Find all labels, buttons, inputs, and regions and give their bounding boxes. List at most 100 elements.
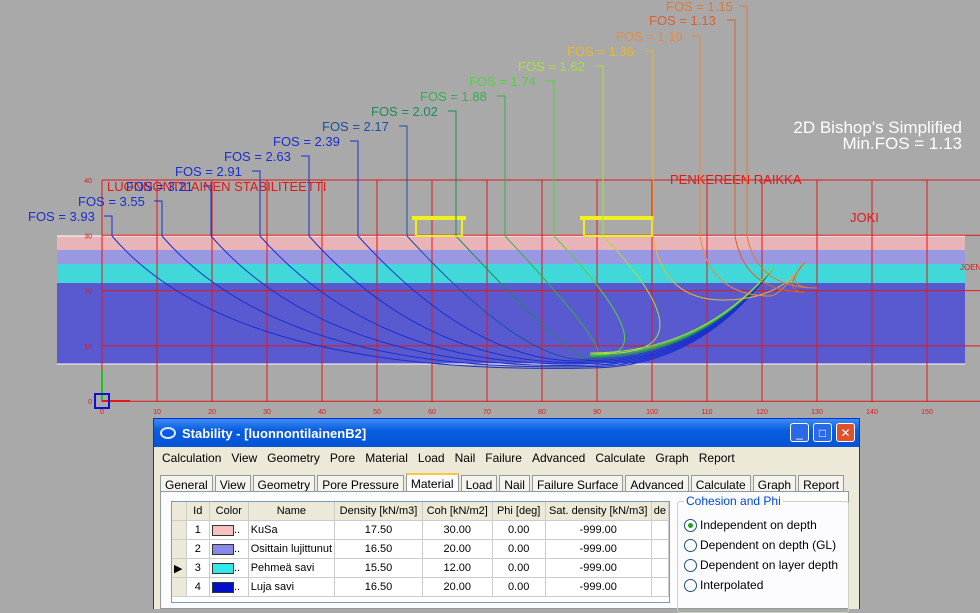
menu-calculation[interactable]: Calculation xyxy=(157,451,226,465)
minimize-button[interactable]: _ xyxy=(790,423,809,442)
cell-coh[interactable]: 12.00 xyxy=(422,558,493,578)
cell-de[interactable] xyxy=(651,558,670,578)
buildings xyxy=(412,216,654,237)
cell-de[interactable] xyxy=(651,520,670,540)
fos-leader-line xyxy=(399,125,408,236)
fos-leader-line xyxy=(154,200,163,236)
title-bar[interactable]: Stability - [luonnontilainenB2] xyxy=(154,419,859,447)
fos-leader-line xyxy=(350,140,359,236)
menu-material[interactable]: Material xyxy=(360,451,413,465)
x-tick-label: 100 xyxy=(646,409,658,416)
fos-label: FOS = 1.74 xyxy=(469,74,536,89)
row-selector[interactable] xyxy=(172,577,187,597)
river-label: JOKI xyxy=(850,210,879,225)
x-tick-label: 140 xyxy=(866,409,878,416)
color-swatch[interactable] xyxy=(211,543,234,555)
fos-leader-line xyxy=(104,215,113,236)
color-swatch[interactable] xyxy=(211,581,234,593)
cell-name[interactable]: Luja savi xyxy=(248,577,336,597)
cell-phi[interactable]: 0.00 xyxy=(492,539,546,559)
cell-phi[interactable]: 0.00 xyxy=(492,558,546,578)
stability-dialog: Stability - [luonnontilainenB2] _ □ ✕ Ca… xyxy=(153,418,860,613)
table-row[interactable]: 4 .. Luja savi 16.50 20.00 0.00 -999.00 xyxy=(172,577,670,597)
close-button[interactable]: ✕ xyxy=(836,423,855,442)
cell-sat-density[interactable]: -999.00 xyxy=(545,520,652,540)
menu-view[interactable]: View xyxy=(226,451,262,465)
menu-failure[interactable]: Failure xyxy=(480,451,527,465)
cell-name[interactable]: Osittain lujittunut xyxy=(248,539,336,559)
cell-sat-density[interactable]: -999.00 xyxy=(545,558,652,578)
fos-leader-line xyxy=(727,19,736,236)
row-selector[interactable]: ▶ xyxy=(172,558,187,578)
x-tick-label: 80 xyxy=(538,409,546,416)
cell-sat-density[interactable]: -999.00 xyxy=(545,539,652,559)
row-selector[interactable] xyxy=(172,520,187,540)
menu-advanced[interactable]: Advanced xyxy=(527,451,590,465)
menu-graph[interactable]: Graph xyxy=(650,451,693,465)
column-header[interactable]: Phi [deg] xyxy=(492,502,546,521)
table-row[interactable]: ▶ 3 .. Pehmeä savi 15.50 12.00 0.00 -999… xyxy=(172,558,670,578)
cell-color[interactable]: .. xyxy=(209,577,249,597)
column-header[interactable]: Coh [kN/m2] xyxy=(422,502,493,521)
radio-option[interactable]: Interpolated xyxy=(684,578,763,592)
radio-icon[interactable] xyxy=(684,538,697,552)
cell-de[interactable] xyxy=(651,577,670,597)
cell-color[interactable]: .. xyxy=(209,558,249,578)
cell-name[interactable]: KuSa xyxy=(248,520,336,540)
column-header[interactable]: de xyxy=(651,502,670,521)
radio-icon[interactable] xyxy=(684,518,697,532)
cell-density[interactable]: 16.50 xyxy=(334,577,423,597)
cell-sat-density[interactable]: -999.00 xyxy=(545,577,652,597)
menu-pore[interactable]: Pore xyxy=(325,451,360,465)
cell-name[interactable]: Pehmeä savi xyxy=(248,558,336,578)
cell-color[interactable]: .. xyxy=(209,539,249,559)
fos-label: FOS = 3.55 xyxy=(78,194,145,209)
soil-layer xyxy=(57,250,965,264)
fos-label: FOS = 3.21 xyxy=(126,179,193,194)
menu-load[interactable]: Load xyxy=(413,451,450,465)
cell-coh[interactable]: 30.00 xyxy=(422,520,493,540)
cell-phi[interactable]: 0.00 xyxy=(492,577,546,597)
menu-calculate[interactable]: Calculate xyxy=(590,451,650,465)
radio-label: Independent on depth xyxy=(700,518,817,532)
x-tick-label: 50 xyxy=(373,409,381,416)
column-header[interactable]: Id xyxy=(186,502,210,521)
radio-option[interactable]: Dependent on depth (GL) xyxy=(684,538,836,552)
color-swatch[interactable] xyxy=(211,524,234,536)
cell-de[interactable] xyxy=(651,539,670,559)
radio-option[interactable]: Dependent on layer depth xyxy=(684,558,838,572)
color-swatch[interactable] xyxy=(211,562,234,574)
cell-id: 2 xyxy=(186,539,210,559)
cell-density[interactable]: 16.50 xyxy=(334,539,423,559)
app-icon xyxy=(160,427,176,439)
table-row[interactable]: 1 .. KuSa 17.50 30.00 0.00 -999.00 xyxy=(172,520,670,540)
cell-color[interactable]: .. xyxy=(209,520,249,540)
menu-nail[interactable]: Nail xyxy=(450,451,481,465)
radio-option[interactable]: Independent on depth xyxy=(684,518,817,532)
x-tick-label: 70 xyxy=(483,409,491,416)
cell-density[interactable]: 15.50 xyxy=(334,558,423,578)
column-header[interactable]: Color xyxy=(209,502,249,521)
cell-density[interactable]: 17.50 xyxy=(334,520,423,540)
cell-coh[interactable]: 20.00 xyxy=(422,577,493,597)
material-panel: Id Color Name Density [kN/m3] Coh [kN/m2] Phi… xyxy=(160,491,849,613)
x-tick-label: 130 xyxy=(811,409,823,416)
cell-coh[interactable]: 20.00 xyxy=(422,539,493,559)
menu-report[interactable]: Report xyxy=(694,451,740,465)
table-row[interactable]: 2 .. Osittain lujittunut 16.50 20.00 0.0… xyxy=(172,539,670,559)
table-header: Id Color Name Density [kN/m3] Coh [kN/m2] Phi… xyxy=(172,502,670,521)
cell-phi[interactable]: 0.00 xyxy=(492,520,546,540)
column-header[interactable]: Sat. density [kN/m3] xyxy=(545,502,652,521)
x-tick-label: 150 xyxy=(921,409,933,416)
maximize-button[interactable]: □ xyxy=(813,423,832,442)
fos-leader-line xyxy=(692,35,701,236)
x-tick-label: 120 xyxy=(756,409,768,416)
column-header[interactable]: Name xyxy=(248,502,336,521)
x-tick-label: 110 xyxy=(701,409,712,416)
menu-geometry[interactable]: Geometry xyxy=(262,451,325,465)
column-header[interactable]: Density [kN/m3] xyxy=(334,502,423,521)
radio-icon[interactable] xyxy=(684,578,697,592)
radio-icon[interactable] xyxy=(684,558,697,572)
fos-label: FOS = 2.63 xyxy=(224,149,291,164)
row-selector[interactable] xyxy=(172,539,187,559)
